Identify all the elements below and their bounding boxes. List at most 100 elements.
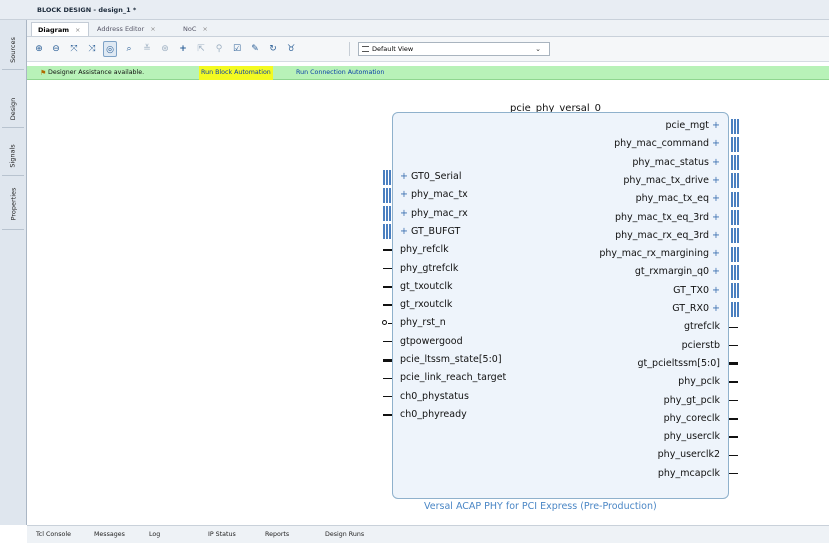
expand-port-icon[interactable]: + <box>400 226 411 237</box>
port-gt-rxmargin-q0[interactable]: gt_rxmargin_q0 + <box>635 264 720 280</box>
expand-port-icon[interactable]: + <box>709 266 720 277</box>
connection-tool-icon[interactable]: ✎ <box>248 41 262 57</box>
expand-icon[interactable]: ⊛ <box>158 41 172 57</box>
expand-port-icon[interactable]: + <box>400 171 411 182</box>
port-phy-mac-tx-eq[interactable]: phy_mac_tx_eq + <box>636 191 720 207</box>
port-phy-mac-rx-margining[interactable]: phy_mac_rx_margining + <box>599 246 720 262</box>
expand-port-icon[interactable]: + <box>709 193 720 204</box>
port-label: ch0_phyready <box>400 408 467 420</box>
expand-port-icon[interactable]: + <box>709 120 720 131</box>
expand-port-icon[interactable]: + <box>709 285 720 296</box>
side-tab-label: Signals <box>9 143 18 168</box>
search-icon[interactable]: ⌕ <box>122 41 136 57</box>
port-phy-rst-n[interactable]: phy_rst_n <box>400 315 446 331</box>
close-icon[interactable]: × <box>202 25 207 33</box>
port-phy-mac-rx[interactable]: + phy_mac_rx <box>400 206 468 222</box>
side-tab-design[interactable]: Design <box>2 90 24 128</box>
port-label: ch0_phystatus <box>400 390 469 402</box>
port-phy-mac-status[interactable]: phy_mac_status + <box>632 155 720 171</box>
add-ip-icon[interactable]: + <box>176 41 190 57</box>
port-phy-refclk[interactable]: phy_refclk <box>400 242 449 258</box>
pin-line <box>383 304 392 306</box>
expand-port-icon[interactable]: + <box>709 175 720 186</box>
close-icon[interactable]: × <box>150 25 155 33</box>
collapse-icon[interactable]: ≚ <box>140 41 154 57</box>
auto-fit-icon[interactable]: ◎ <box>103 41 117 57</box>
zoom-out-icon[interactable]: ⊖ <box>49 41 63 57</box>
view-select[interactable]: Default View ⌄ <box>358 42 550 56</box>
regenerate-icon[interactable]: ↻ <box>266 41 280 57</box>
bottom-tab-tcl-console[interactable]: Tcl Console <box>36 531 71 538</box>
expand-port-icon[interactable]: + <box>709 303 720 314</box>
close-icon[interactable]: × <box>75 26 80 34</box>
tab-label: Diagram <box>38 26 70 34</box>
expand-port-icon[interactable]: + <box>709 248 720 259</box>
interface-bus-icon <box>731 118 739 134</box>
expand-port-icon[interactable]: + <box>709 212 720 223</box>
designer-assistance-banner: ⚑ Designer Assistance available. Run Blo… <box>27 66 829 80</box>
pin-line <box>383 377 392 380</box>
interface-bus-icon <box>383 187 391 203</box>
port-gt-bufgt[interactable]: + GT_BUFGT <box>400 224 460 240</box>
validate-icon[interactable]: ☑ <box>230 41 244 57</box>
port-phy-userclk2[interactable]: phy_userclk2 <box>658 447 720 463</box>
bottom-tab-reports[interactable]: Reports <box>265 531 289 538</box>
port-phy-gt-pclk[interactable]: phy_gt_pclk <box>664 393 720 409</box>
inverted-pin-bubble <box>382 319 387 325</box>
window-title: BLOCK DESIGN - design_1 * <box>0 0 829 20</box>
port-gtpowergood[interactable]: gtpowergood <box>400 334 463 350</box>
fit-full-icon[interactable]: ⤧ <box>67 41 81 57</box>
port-ch0-phystatus[interactable]: ch0_phystatus <box>400 389 469 405</box>
tab-label: NoC <box>183 25 197 33</box>
port-ch0-phyready[interactable]: ch0_phyready <box>400 407 467 423</box>
port-phy-mac-tx-drive[interactable]: phy_mac_tx_drive + <box>623 173 720 189</box>
select-area-icon[interactable]: ⇱ <box>194 41 208 57</box>
port-phy-pclk[interactable]: phy_pclk <box>678 374 720 390</box>
port-gt0-serial[interactable]: + GT0_Serial <box>400 169 462 185</box>
port-label: pcierstb <box>681 339 720 351</box>
port-phy-coreclk[interactable]: phy_coreclk <box>664 411 720 427</box>
port-phy-mcapclk[interactable]: phy_mcapclk <box>658 466 720 482</box>
tab-address-editor[interactable]: Address Editor × <box>91 22 175 36</box>
port-phy-gtrefclk[interactable]: phy_gtrefclk <box>400 261 458 277</box>
pin-line <box>729 381 738 383</box>
bottom-tab-log[interactable]: Log <box>149 531 160 538</box>
expand-port-icon[interactable]: + <box>709 138 720 149</box>
port-pcie-mgt[interactable]: pcie_mgt + <box>666 118 720 134</box>
pin-line <box>383 414 392 416</box>
port-phy-mac-tx[interactable]: + phy_mac_tx <box>400 187 468 203</box>
zoom-in-icon[interactable]: ⊕ <box>32 41 46 57</box>
bottom-tab-ip-status[interactable]: IP Status <box>208 531 236 538</box>
port-phy-mac-rx-eq-3rd[interactable]: phy_mac_rx_eq_3rd + <box>615 228 720 244</box>
port-pcie-link-reach-target[interactable]: pcie_link_reach_target <box>400 370 506 386</box>
fit-selection-icon[interactable]: ⤨ <box>85 41 99 57</box>
port-gt-rx0[interactable]: GT_RX0 + <box>672 301 720 317</box>
port-pcie-ltssm-state-5-0-[interactable]: pcie_ltssm_state[5:0] <box>400 352 502 368</box>
port-pcierstb[interactable]: pcierstb <box>682 338 720 354</box>
port-phy-mac-tx-eq-3rd[interactable]: phy_mac_tx_eq_3rd + <box>615 210 720 226</box>
side-tab-sources[interactable]: Sources <box>2 30 24 70</box>
tab-noc[interactable]: NoC × <box>177 22 217 36</box>
port-phy-mac-command[interactable]: phy_mac_command + <box>614 136 720 152</box>
port-gt-rxoutclk[interactable]: gt_rxoutclk <box>400 297 452 313</box>
run-connection-automation-link[interactable]: Run Connection Automation <box>296 66 384 80</box>
optimize-icon[interactable]: ♉ <box>284 41 298 57</box>
port-phy-userclk[interactable]: phy_userclk <box>664 429 720 445</box>
side-tab-properties[interactable]: Properties <box>2 178 24 230</box>
expand-port-icon[interactable]: + <box>709 157 720 168</box>
expand-port-icon[interactable]: + <box>709 230 720 241</box>
port-gtrefclk[interactable]: gtrefclk <box>684 319 720 335</box>
run-block-automation-link[interactable]: Run Block Automation <box>199 66 273 80</box>
port-gt-pcieltssm-5-0-[interactable]: gt_pcieltssm[5:0] <box>638 356 720 372</box>
port-gt-tx0[interactable]: GT_TX0 + <box>673 283 720 299</box>
expand-port-icon[interactable]: + <box>400 208 411 219</box>
interface-bus-icon <box>731 155 739 171</box>
tab-diagram[interactable]: Diagram × <box>31 22 89 36</box>
bottom-tab-messages[interactable]: Messages <box>94 531 125 538</box>
bottom-tab-design-runs[interactable]: Design Runs <box>325 531 364 538</box>
port-gt-txoutclk[interactable]: gt_txoutclk <box>400 279 452 295</box>
ip-caption: Versal ACAP PHY for PCI Express (Pre-Pro… <box>424 501 657 512</box>
side-tab-signals[interactable]: Signals <box>2 136 24 176</box>
add-hierarchy-icon[interactable]: ⚲ <box>212 41 226 57</box>
expand-port-icon[interactable]: + <box>400 189 411 200</box>
